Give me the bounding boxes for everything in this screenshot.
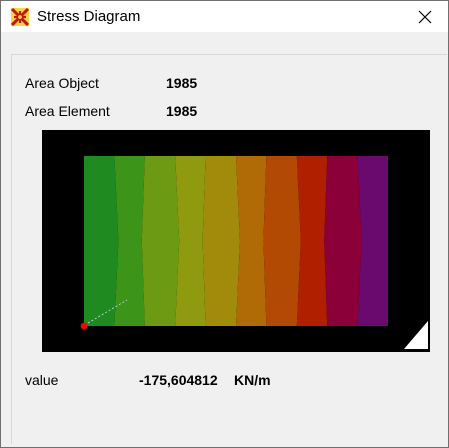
area-object-value: 1985 [166, 75, 198, 91]
contour-band [84, 156, 119, 326]
contour-band [296, 156, 328, 326]
stress-unit: KN/m [234, 372, 271, 388]
close-icon [418, 10, 432, 23]
title-bar[interactable]: Stress Diagram [1, 1, 448, 32]
sap-x-icon [10, 7, 30, 27]
contour-band [263, 156, 301, 326]
stress-diagram-window: Stress Diagram Area Object 1985 Area Ele… [0, 0, 449, 448]
close-button[interactable] [402, 1, 448, 32]
contour-band [175, 156, 206, 326]
contour-band [141, 156, 180, 326]
window-title: Stress Diagram [37, 8, 141, 25]
area-element-value: 1985 [166, 103, 198, 119]
value-label: value [25, 372, 59, 388]
contour-band [202, 156, 240, 326]
area-object-label: Area Object [25, 75, 99, 91]
contour-band [357, 156, 388, 326]
contour-band [114, 156, 145, 326]
contour-band [324, 156, 362, 326]
area-element-label: Area Element [25, 103, 110, 119]
stress-plot [42, 130, 430, 352]
contour-band [236, 156, 267, 326]
origin-marker [80, 322, 88, 330]
stress-value: -175,604812 [139, 372, 218, 388]
stress-contour-svg [42, 130, 430, 352]
